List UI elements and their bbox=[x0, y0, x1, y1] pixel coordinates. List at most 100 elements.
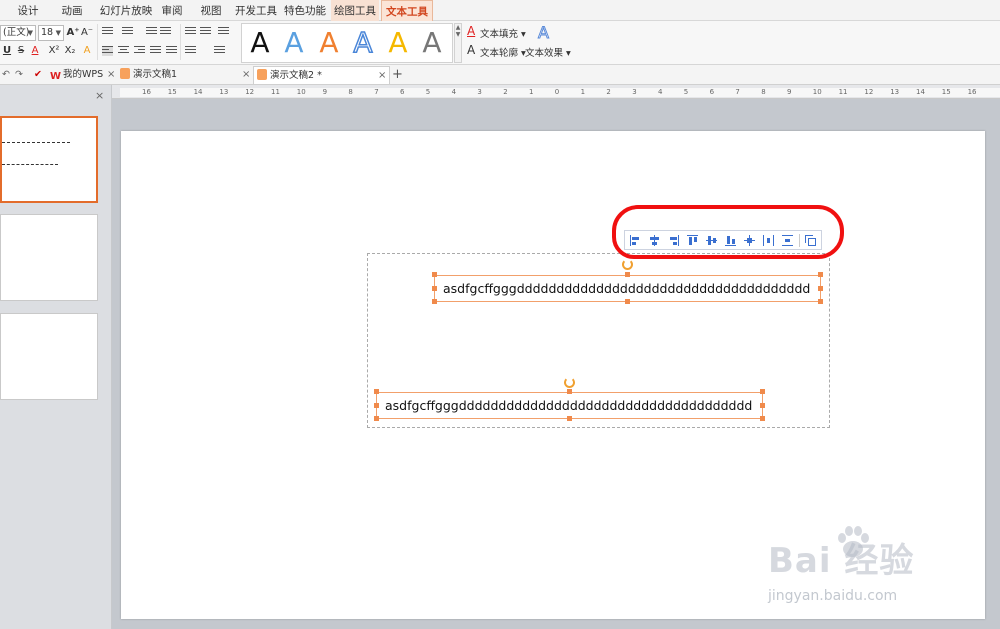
text-outline-button[interactable]: 文本轮廓 ▾ bbox=[480, 45, 526, 59]
tab-slideshow[interactable]: 幻灯片放映 bbox=[96, 0, 156, 21]
font-size-select[interactable]: 18 ▼ bbox=[38, 25, 64, 41]
tab-doc1[interactable]: 演示文稿1 × bbox=[120, 66, 252, 84]
rotate-handle-icon[interactable] bbox=[564, 377, 575, 388]
align-left-icon[interactable] bbox=[102, 46, 113, 56]
ppt-file-icon bbox=[120, 68, 130, 79]
text-direction-icon[interactable] bbox=[185, 27, 196, 37]
slide-thumbnail-1[interactable] bbox=[0, 116, 98, 203]
tab-design[interactable]: 设计 bbox=[12, 0, 44, 21]
align-right-icon[interactable] bbox=[134, 46, 145, 56]
ribbon: (正文) ▼ 18 ▼ A⁺ A⁻ U S A X² X₂ A A A A A A … bbox=[0, 21, 1000, 65]
bullet-list-icon[interactable] bbox=[102, 27, 113, 37]
decrease-indent-icon[interactable] bbox=[146, 27, 157, 37]
menu-bar: 设计 动画 幻灯片放映 审阅 视图 开发工具 特色功能 绘图工具 文本工具 bbox=[0, 0, 1000, 21]
horizontal-ruler: 16 15 14 13 12 11 10 9 8 7 6 5 4 3 2 1 0 1 2 3 4 5 6 7 8 9 10 11 12 1… bbox=[112, 85, 1000, 99]
ruler-label: 13 bbox=[219, 88, 229, 96]
watermark-brand: Bai 经验 bbox=[768, 541, 915, 581]
slide-thumbnail-3[interactable] bbox=[0, 313, 98, 400]
style-blue-outline[interactable]: A bbox=[349, 25, 377, 60]
tab-text-tools[interactable]: 文本工具 bbox=[381, 0, 433, 21]
tab-animation[interactable]: 动画 bbox=[56, 0, 88, 21]
rotate-handle-icon[interactable] bbox=[622, 259, 633, 270]
redo-icon[interactable]: ↷ bbox=[15, 66, 27, 84]
ruler-label: 7 bbox=[735, 88, 740, 96]
ruler-label: 11 bbox=[838, 88, 848, 96]
ruler-label: 2 bbox=[503, 88, 508, 96]
watermark-url: jingyan.baidu.com bbox=[768, 588, 898, 604]
ruler-label: 15 bbox=[167, 88, 177, 96]
new-tab-button[interactable]: + bbox=[392, 66, 404, 84]
justify-icon[interactable] bbox=[150, 46, 161, 56]
style-black[interactable]: A bbox=[246, 26, 274, 60]
ruler-label: 1 bbox=[580, 88, 586, 96]
ruler-label: 2 bbox=[606, 88, 611, 96]
close-panel-icon[interactable]: × bbox=[95, 89, 104, 102]
slide-thumbnail-2[interactable] bbox=[0, 214, 98, 301]
text-fill-button[interactable]: 文本填充 ▾ bbox=[480, 26, 526, 40]
style-gold[interactable]: A bbox=[384, 26, 412, 60]
text-effect-icon: A bbox=[538, 23, 550, 43]
ppt-file-icon bbox=[257, 69, 267, 80]
strikethrough-button[interactable]: S bbox=[14, 44, 28, 58]
ruler-label: 16 bbox=[967, 88, 977, 96]
subscript-button[interactable]: X₂ bbox=[63, 44, 77, 58]
ruler-label: 12 bbox=[864, 88, 874, 96]
tab-developer[interactable]: 开发工具 bbox=[234, 0, 278, 21]
numbered-list-icon[interactable] bbox=[122, 27, 133, 37]
ruler-label: 13 bbox=[890, 88, 900, 96]
textbox-1[interactable]: asdfgcffgggddddddddddddddddddddddddddddd… bbox=[434, 275, 821, 302]
style-orange[interactable]: A bbox=[315, 26, 343, 60]
font-color-button[interactable]: A bbox=[28, 44, 42, 58]
tab-doc2[interactable]: 演示文稿2 * × bbox=[253, 66, 390, 84]
tab-my-wps[interactable]: W 我的WPS × bbox=[50, 66, 120, 84]
ruler-label: 15 bbox=[941, 88, 951, 96]
increase-indent-icon[interactable] bbox=[160, 27, 171, 37]
text-style-gallery: A A A A A A bbox=[241, 23, 453, 63]
textbox-2[interactable]: asdfgcffgggddddddddddddddddddddddddddddd… bbox=[376, 392, 763, 419]
ruler-label: 10 bbox=[812, 88, 822, 96]
ruler-label: 6 bbox=[709, 88, 715, 96]
ruler-label: 4 bbox=[658, 88, 663, 96]
ruler-label: 9 bbox=[322, 88, 328, 96]
wps-logo-icon: W bbox=[50, 71, 62, 82]
tab-special[interactable]: 特色功能 bbox=[283, 0, 327, 21]
tab-view[interactable]: 视图 bbox=[195, 0, 227, 21]
line-spacing-icon[interactable] bbox=[218, 27, 229, 37]
close-icon[interactable]: × bbox=[378, 67, 386, 85]
gallery-scroll[interactable]: ▲ ▼ bbox=[454, 23, 462, 63]
ruler-label: 1 bbox=[529, 88, 534, 96]
ruler-label: 5 bbox=[683, 88, 689, 96]
ruler-label: 0 bbox=[554, 88, 560, 96]
quick-access-icon[interactable]: ✔ bbox=[34, 66, 46, 84]
close-icon[interactable]: × bbox=[107, 66, 115, 84]
ruler-label: 12 bbox=[245, 88, 255, 96]
document-tab-bar: ↶ ↷ ✔ W 我的WPS × 演示文稿1 × 演示文稿2 * × + bbox=[0, 65, 1000, 85]
tab-drawing-tools[interactable]: 绘图工具 bbox=[331, 0, 379, 21]
ruler-label: 10 bbox=[296, 88, 306, 96]
ruler-label: 14 bbox=[916, 88, 925, 96]
grow-font-button[interactable]: A⁺ bbox=[66, 26, 80, 40]
ruler-label: 16 bbox=[142, 88, 151, 96]
columns-icon[interactable] bbox=[185, 46, 196, 56]
underline-button[interactable]: U bbox=[0, 44, 14, 58]
undo-icon[interactable]: ↶ bbox=[2, 66, 14, 84]
style-gray[interactable]: A bbox=[418, 26, 446, 60]
ruler-label: 4 bbox=[451, 88, 457, 96]
ruler-label: 5 bbox=[425, 88, 431, 96]
shrink-font-button[interactable]: A⁻ bbox=[80, 26, 94, 40]
superscript-button[interactable]: X² bbox=[47, 44, 61, 58]
clear-format-button[interactable]: A bbox=[80, 44, 94, 58]
text-fill-icon: A bbox=[467, 24, 476, 38]
text-effect-button[interactable]: 文本效果 ▾ bbox=[525, 45, 571, 59]
annotation-highlight bbox=[612, 205, 844, 259]
tab-review[interactable]: 审阅 bbox=[156, 0, 188, 21]
paragraph-icon[interactable] bbox=[214, 46, 225, 56]
style-blue-gradient[interactable]: A bbox=[280, 26, 308, 60]
close-icon[interactable]: × bbox=[242, 66, 250, 84]
distribute-icon[interactable] bbox=[166, 46, 177, 56]
align-center-icon[interactable] bbox=[118, 46, 129, 56]
slide-thumbnail-panel: × bbox=[0, 85, 112, 629]
align-text-icon[interactable] bbox=[200, 27, 211, 37]
ruler-label: 9 bbox=[787, 88, 792, 96]
font-name-select[interactable]: (正文) ▼ bbox=[0, 25, 36, 41]
